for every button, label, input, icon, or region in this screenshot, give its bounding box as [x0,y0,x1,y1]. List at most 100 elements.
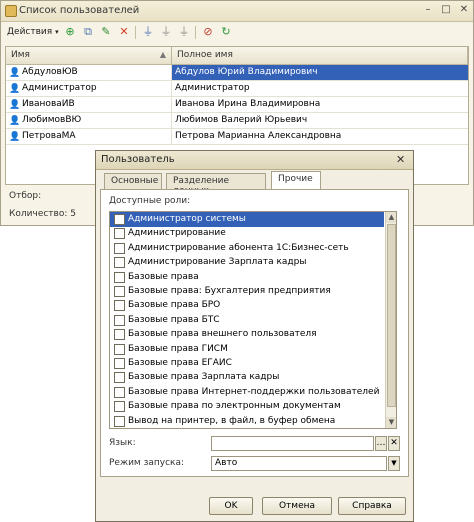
window-titlebar[interactable]: Список пользователей – □ ✕ [1,1,473,22]
role-label: Базовые права Интернет-поддержки пользов… [128,386,380,397]
user-key-icon: 👤 [9,100,21,110]
toolbar-separator [195,26,196,39]
role-item[interactable]: Базовые права БТС [110,313,384,328]
user-name: АбдуловЮВ [22,67,78,77]
role-item[interactable]: Базовые права: Бухгалтерия предприятия [110,284,384,299]
role-item[interactable]: Базовые права ГИСМ [110,342,384,357]
count-label: Количество: 5 [9,209,76,219]
table-row[interactable]: 👤 ИвановаИВ Иванова Ирина Владимировна [6,97,468,113]
role-checkbox[interactable] [114,358,125,369]
role-label: Базовые права по электронным документам [128,401,341,412]
filter-value-icon[interactable]: ⏚ [177,25,191,39]
role-item[interactable]: Базовые права ЕГАИС [110,356,384,371]
table-row[interactable]: 👤 АбдуловЮВ Абдулов Юрий Владимирович [6,65,468,81]
language-label: Язык: [109,438,136,448]
chevron-down-icon[interactable]: ▼ [388,456,400,471]
roles-scrollbar[interactable]: ▲ ▼ [385,212,396,428]
scroll-thumb[interactable] [387,224,396,407]
clear-icon[interactable]: ✕ [388,436,400,451]
ok-button[interactable]: OK [209,497,253,515]
clear-filter-icon[interactable]: ⊘ [201,25,215,39]
refresh-icon[interactable]: ↻ [219,25,233,39]
table-cell-name: 👤 АбдуловЮВ [6,65,172,80]
role-checkbox[interactable] [114,271,125,283]
table-cell-name: 👤 ПетроваМА [6,129,172,144]
delete-icon[interactable]: ✕ [117,25,131,39]
tab-main[interactable]: Основные [104,173,162,189]
user-name: Администратор [22,83,97,93]
actions-menu-button[interactable]: Действия ▾ [7,27,59,37]
user-name: ИвановаИВ [22,99,75,109]
close-icon[interactable]: ✕ [396,153,405,166]
role-item[interactable]: Базовые права БРО [110,298,384,313]
role-checkbox[interactable] [114,257,125,269]
role-checkbox[interactable] [114,286,125,297]
user-icon: 👤 [9,84,21,94]
role-item[interactable]: Базовые права [110,270,384,285]
launch-mode-select[interactable]: Авто [211,456,387,471]
role-item[interactable]: Администрирование абонента 1С:Бизнес-сет… [110,241,384,256]
table-row[interactable]: 👤 Администратор Администратор [6,81,468,97]
table-cell-fullname: Иванова Ирина Владимировна [175,99,321,109]
role-label: Базовые права БРО [128,300,221,311]
tab-data-separation[interactable]: Разделение данных [166,173,266,196]
close-icon[interactable]: ✕ [457,4,471,17]
cancel-button[interactable]: Отмена [262,497,332,515]
help-button[interactable]: Справка [338,497,406,515]
role-item[interactable]: Администратор системы [110,212,384,227]
language-select-button[interactable]: … [375,436,387,451]
filter-icon[interactable]: ⏚ [141,25,155,39]
table-cell-fullname: Администратор [175,83,250,93]
maximize-icon[interactable]: □ [439,4,453,17]
user-name: ЛюбимовВЮ [22,115,82,125]
tab-other[interactable]: Прочие [271,171,321,190]
role-label: Вывод на принтер, в файл, в буфер обмена [128,415,336,426]
role-item[interactable]: Базовые права Интернет-поддержки пользов… [110,385,384,400]
role-checkbox[interactable] [114,401,125,413]
column-header-fullname[interactable]: Полное имя [172,47,468,65]
table-row[interactable]: 👤 ПетроваМА Петрова Марианна Александровн… [6,129,468,145]
toolbar-separator [135,26,136,39]
role-label: Базовые права: Бухгалтерия предприятия [128,286,331,296]
role-item[interactable]: Вывод на принтер, в файл, в буфер обмена [110,414,384,428]
role-checkbox[interactable] [114,329,125,341]
role-item[interactable]: Базовые права внешнего пользователя [110,327,384,342]
role-checkbox[interactable] [114,386,125,398]
add-icon[interactable]: ⊕ [63,25,77,39]
minimize-icon[interactable]: – [421,4,435,17]
roles-label: Доступные роли: [109,196,191,206]
role-checkbox[interactable] [114,242,125,254]
role-checkbox[interactable] [114,228,125,240]
filter-list-icon[interactable]: ⏚ [159,25,173,39]
user-key-icon: 👤 [9,116,21,126]
chevron-down-icon: ▾ [55,28,59,36]
sort-asc-icon: ▲ [159,50,166,59]
edit-icon[interactable]: ✎ [99,25,113,39]
dialog-titlebar[interactable]: Пользователь ✕ [96,151,413,170]
user-name: ПетроваМА [22,131,76,141]
scroll-up-icon[interactable]: ▲ [386,212,396,223]
role-label: Базовые права [128,271,199,282]
user-key-icon: 👤 [9,68,21,78]
role-item[interactable]: Администрирование [110,226,384,241]
roles-list[interactable]: Администратор системы Администрирование Ад… [109,211,397,429]
user-dialog: Пользователь ✕ Основные Разделение данны… [95,150,414,522]
role-item[interactable]: Базовые права Зарплата кадры [110,370,384,385]
role-item[interactable]: Базовые права по электронным документам [110,399,384,414]
role-checkbox[interactable] [114,372,125,384]
role-label: Базовые права ЕГАИС [128,358,232,368]
toolbar: Действия ▾ ⊕ ⧉ ✎ ✕ ⏚ ⏚ ⏚ ⊘ ↻ [5,24,469,42]
role-checkbox[interactable] [114,343,125,355]
role-item[interactable]: Администрирование Зарплата кадры [110,255,384,270]
role-checkbox[interactable] [114,214,125,225]
role-checkbox[interactable] [114,300,125,312]
copy-icon[interactable]: ⧉ [81,25,95,39]
table-cell-fullname: Любимов Валерий Юрьевич [175,115,308,125]
column-header-name[interactable]: Имя ▲ [6,47,172,65]
table-row[interactable]: 👤 ЛюбимовВЮ Любимов Валерий Юрьевич [6,113,468,129]
launch-mode-label: Режим запуска: [109,458,185,468]
role-checkbox[interactable] [114,415,125,427]
language-field[interactable] [211,436,374,451]
role-checkbox[interactable] [114,314,125,326]
scroll-down-icon[interactable]: ▼ [386,417,396,428]
